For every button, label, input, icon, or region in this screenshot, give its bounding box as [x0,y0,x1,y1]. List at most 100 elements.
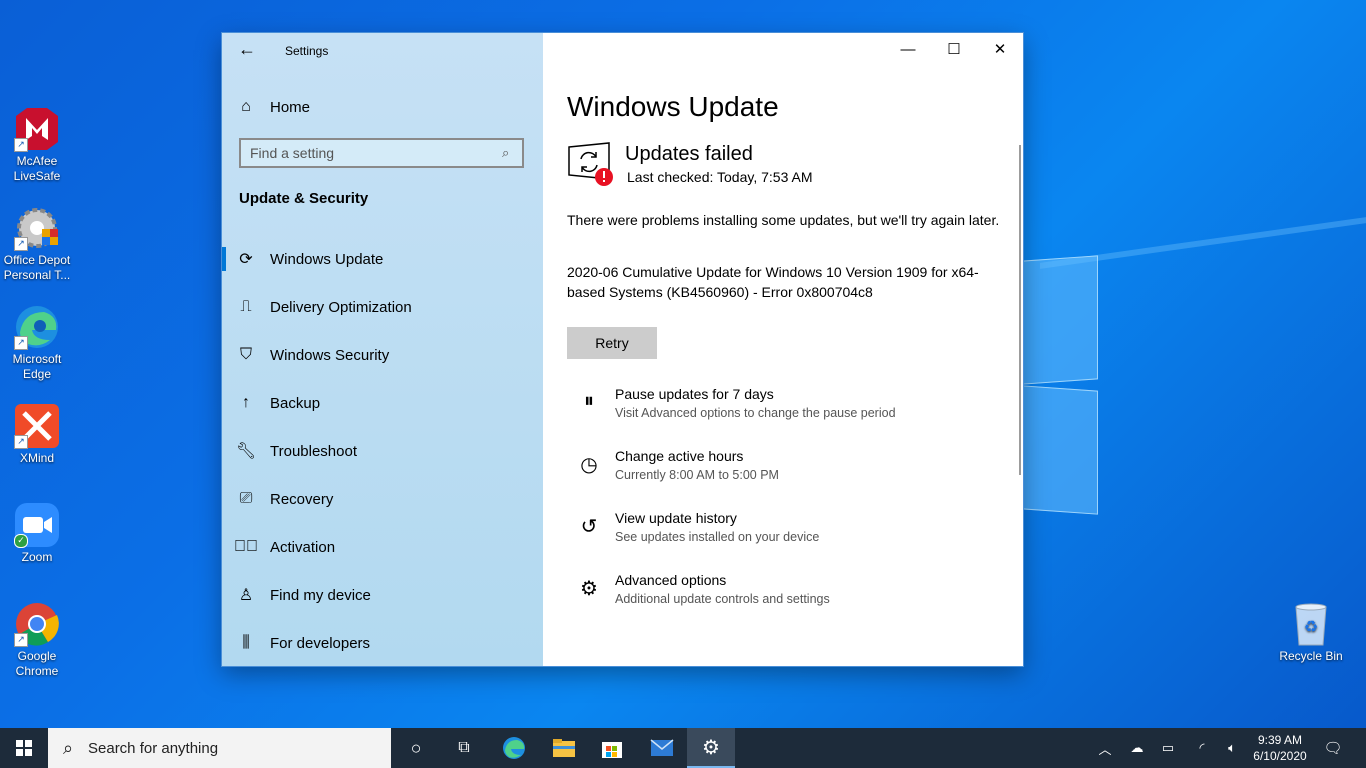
store-icon[interactable] [588,728,636,768]
option-update-history[interactable]: ↺ View update history See updates instal… [575,510,995,556]
nav-item-label: For developers [270,634,371,652]
nav-item-activation[interactable]: ✓⃝ Activation [222,523,543,571]
option-title: Advanced options [615,572,727,588]
nav-item-label: Find my device [270,586,371,604]
start-button[interactable] [0,728,48,768]
close-button[interactable]: ✕ [977,33,1023,65]
shortcut-arrow-icon: ↗ [14,138,28,152]
volume-icon[interactable]: 🔈︎ [1221,728,1243,768]
desktop-icon-label: Zoom [21,550,53,564]
option-subtitle: Additional update controls and settings [615,592,830,606]
desktop-icon-label: Microsoft Edge [12,352,62,381]
person-icon: ♙ [238,587,254,604]
nav-item-windows-security[interactable]: ⛉ Windows Security [222,331,543,379]
recovery-icon: ⎚ [239,490,253,507]
maximize-button[interactable]: ☐ [931,33,977,65]
search-icon[interactable]: ⌕ [502,145,522,161]
svg-text:♻: ♻ [1304,619,1318,636]
nav-item-label: Windows Update [270,250,384,268]
option-title: Pause updates for 7 days [615,386,774,402]
option-title: Change active hours [615,448,744,464]
back-arrow-icon[interactable]: ← [238,39,256,60]
status-title: Updates failed [625,143,753,165]
desktop-icon-label: Office Depot Personal T... [3,253,71,282]
option-subtitle: See updates installed on your device [615,530,820,544]
file-explorer-icon[interactable] [540,728,588,768]
clock-date: 6/10/2020 [1253,749,1307,763]
sync-check-icon: ✓ [14,534,28,548]
system-clock[interactable]: 9:39 AM 6/10/2020 [1250,732,1310,764]
option-pause-updates[interactable]: ⏸︎ Pause updates for 7 days Visit Advanc… [575,386,995,432]
clock-time: 9:39 AM [1257,733,1303,747]
settings-window: ← Settings ⌂ Home ⌕ Update & Security ⟳ … [222,33,1023,666]
shortcut-arrow-icon: ↗ [14,237,28,251]
nav-home[interactable]: ⌂ Home [222,83,543,131]
desktop-icon-chrome[interactable]: ↗ Google Chrome [2,601,72,679]
onedrive-cloud-icon[interactable]: ☁︎ [1126,728,1148,768]
nav-home-label: Home [270,98,311,116]
shortcut-arrow-icon: ↗ [14,336,28,350]
desktop-icon-recycle-bin[interactable]: ♻ Recycle Bin [1276,601,1346,664]
nav-item-find-my-device[interactable]: ♙ Find my device [222,571,543,619]
wrench-icon: 🔧︎ [235,443,257,460]
search-input[interactable] [241,144,502,162]
nav-item-label: Recovery [270,490,334,508]
zoom-icon: ✓ [14,502,60,548]
error-message: There were problems installing some upda… [567,212,1000,228]
sync-icon: ⟳ [239,251,253,268]
option-active-hours[interactable]: ◷ Change active hours Currently 8:00 AM … [575,448,995,494]
nav-item-windows-update[interactable]: ⟳ Windows Update [222,235,543,283]
taskbar-search-box[interactable]: ⌕ Search for anything [48,728,391,768]
delivery-icon: ⎍ [240,298,252,315]
minimize-button[interactable]: — [885,33,931,65]
developer-icon: ⫼ [242,634,250,651]
notifications-icon[interactable]: 🗨︎ [1320,728,1346,768]
page-title: Windows Update [567,91,779,122]
home-icon: ⌂ [241,98,251,115]
search-icon: ⌕ [62,737,74,758]
update-detail: 2020-06 Cumulative Update for Windows 10… [567,264,979,300]
option-subtitle: Visit Advanced options to change the pau… [615,406,896,420]
task-view-icon[interactable]: ⧉ [440,728,488,768]
shortcut-arrow-icon: ↗ [14,633,28,647]
desktop-icon-edge[interactable]: ↗ Microsoft Edge [2,304,72,382]
section-title: Update & Security [239,190,369,207]
desktop-icon-label: Google Chrome [15,649,59,678]
retry-button[interactable]: Retry [567,327,657,359]
mail-icon[interactable] [638,728,686,768]
history-icon: ↺ [580,516,598,538]
cortana-icon[interactable]: ○ [392,728,440,768]
desktop-icon-label: XMind [19,451,54,465]
desktop-icon-label: McAfee LiveSafe [13,154,61,183]
nav-item-for-developers[interactable]: ⫼ For developers [222,619,543,667]
nav-item-label: Delivery Optimization [270,298,412,316]
settings-taskbar-gear-icon[interactable]: ⚙︎ [687,728,735,768]
xmind-icon: ↗ [14,403,60,449]
advanced-sync-gear-icon: ⚙︎ [580,578,598,600]
nav-item-delivery-optimization[interactable]: ⎍ Delivery Optimization [222,283,543,331]
desktop-icon-mcafee[interactable]: ↗ McAfee LiveSafe [2,106,72,184]
nav-item-troubleshoot[interactable]: 🔧︎ Troubleshoot [222,427,543,475]
nav-item-recovery[interactable]: ⎚ Recovery [222,475,543,523]
option-advanced[interactable]: ⚙︎ Advanced options Additional update co… [575,572,995,618]
battery-icon[interactable]: ▭ [1157,728,1179,768]
windows-logo-wallpaper [1022,255,1100,515]
nav-item-label: Troubleshoot [270,442,357,460]
nav-item-label: Backup [270,394,321,412]
settings-sidebar: ← Settings ⌂ Home ⌕ Update & Security ⟳ … [222,33,543,666]
chevron-up-icon[interactable]: ︿ [1094,728,1116,768]
gear-icon: ↗ [14,205,60,251]
desktop-icon-zoom[interactable]: ✓ Zoom [2,502,72,565]
desktop-icon-xmind[interactable]: ↗ XMind [2,403,72,466]
windows-icon [16,740,32,756]
find-setting-search: ⌕ [239,138,524,168]
desktop-icon-office-depot[interactable]: ↗ Office Depot Personal T... [2,205,72,283]
wifi-icon[interactable]: ◜ [1191,728,1213,768]
scrollbar[interactable] [1019,145,1021,475]
check-circle-icon: ✓⃝ [234,538,258,555]
chrome-icon: ↗ [14,601,60,647]
last-checked-text: Last checked: Today, 7:53 AM [627,169,813,185]
nav-item-backup[interactable]: ↑ Backup [222,379,543,427]
edge-taskbar-icon[interactable] [490,728,538,768]
nav-item-label: Windows Security [270,346,390,364]
